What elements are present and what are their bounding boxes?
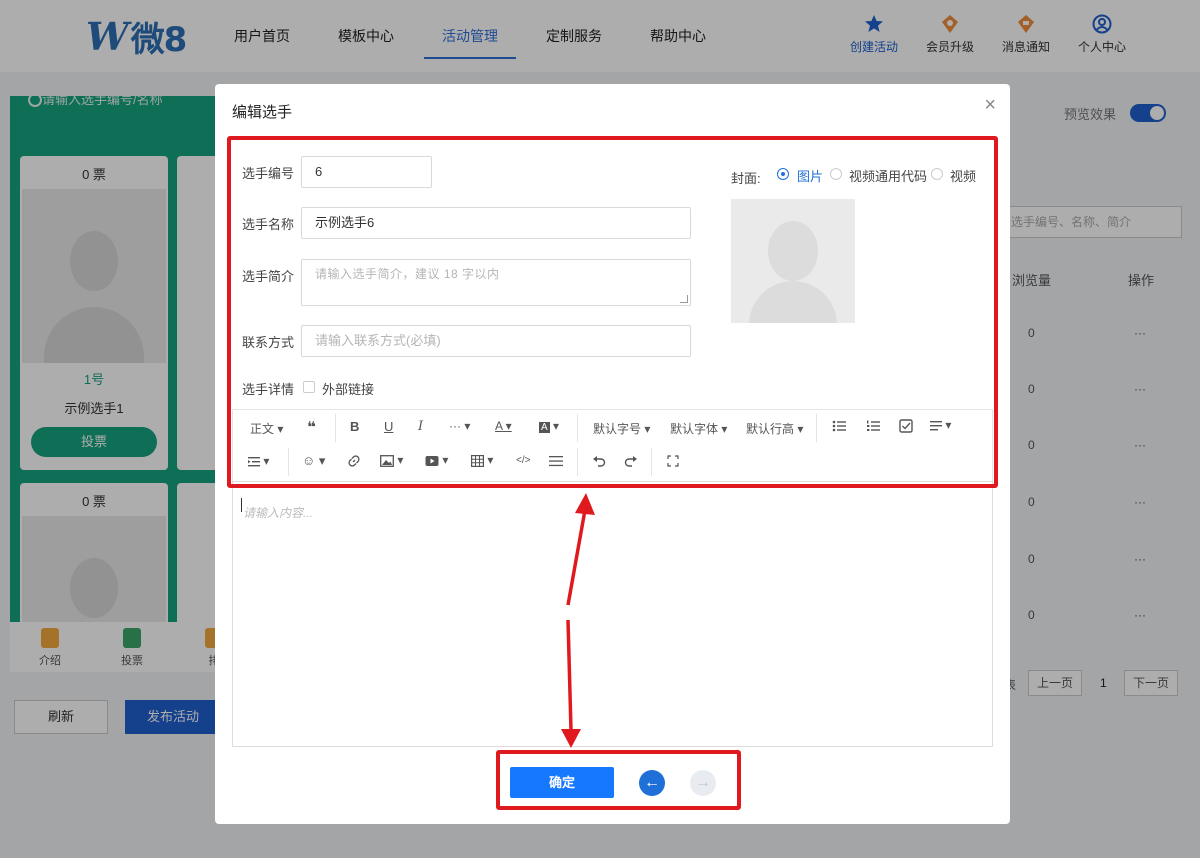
annotation-arrows — [561, 493, 595, 748]
